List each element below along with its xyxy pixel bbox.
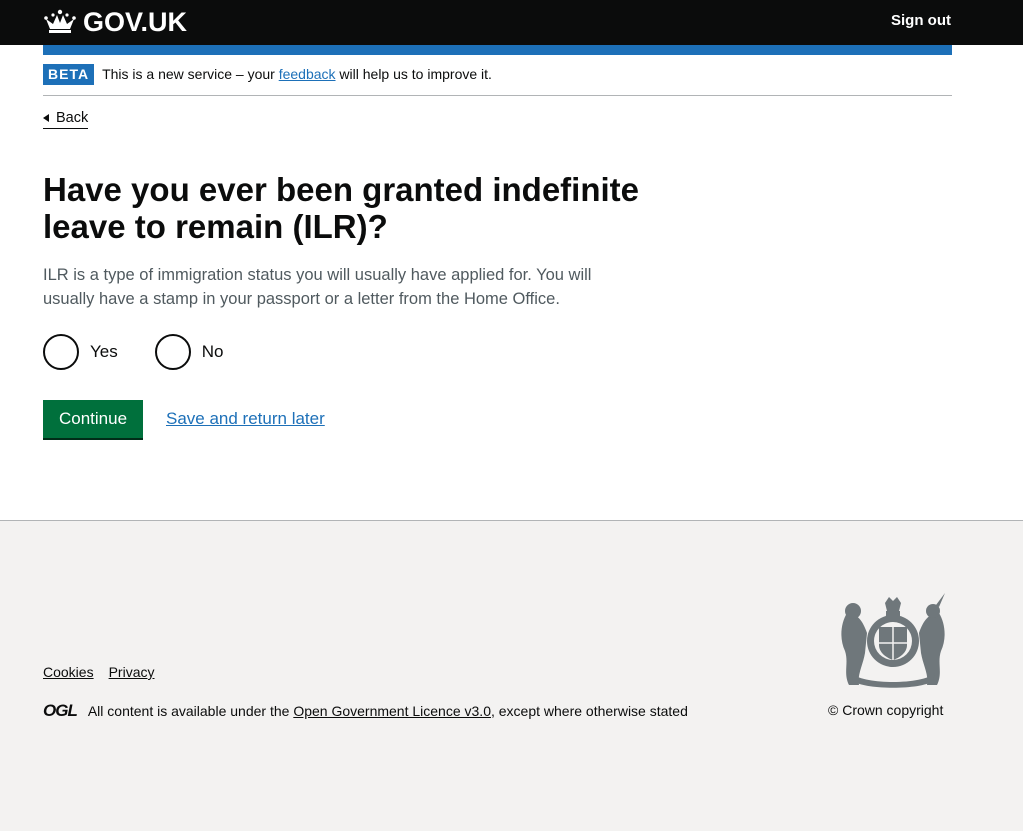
- radio-group: Yes No: [43, 334, 260, 370]
- footer-link-cookies[interactable]: Cookies: [43, 663, 94, 681]
- radio-yes[interactable]: Yes: [43, 334, 118, 370]
- royal-coat-of-arms-icon: [841, 593, 945, 688]
- footer-links: Cookies Privacy: [43, 663, 170, 681]
- radio-no[interactable]: No: [154, 334, 224, 370]
- sign-out-link[interactable]: Sign out: [891, 12, 951, 30]
- feedback-link[interactable]: feedback: [279, 66, 336, 82]
- save-and-return-later-link[interactable]: Save and return later: [166, 408, 325, 430]
- question-hint: ILR is a type of immigration status you …: [43, 266, 592, 308]
- back-link[interactable]: Back: [43, 109, 89, 129]
- header-blue-bar: [43, 45, 952, 55]
- radio-yes-label[interactable]: Yes: [90, 342, 118, 362]
- site-footer: Cookies Privacy OGL All content is avail…: [0, 520, 1023, 831]
- licence-link[interactable]: Open Government Licence v3.0: [293, 703, 491, 719]
- logo-text: GOV.UK: [83, 7, 188, 37]
- licence-text-after: , except where otherwise stated: [490, 703, 688, 719]
- continue-button[interactable]: Continue: [43, 400, 143, 438]
- radio-yes-circle[interactable]: [43, 334, 79, 370]
- crown-copyright-link[interactable]: © Crown copyright: [828, 701, 943, 719]
- phase-banner: BETA This is a new service – your feedba…: [43, 64, 952, 96]
- licence-text: All content is available under the Open …: [88, 702, 688, 720]
- back-link-label: Back: [56, 110, 89, 126]
- footer-link-privacy[interactable]: Privacy: [109, 663, 155, 681]
- licence-row: OGL All content is available under the O…: [43, 701, 688, 721]
- back-arrow-icon: [43, 114, 49, 122]
- beta-tag: BETA: [43, 64, 95, 85]
- site-header: GOV.UK Sign out: [0, 0, 1023, 45]
- radio-no-circle[interactable]: [154, 334, 191, 370]
- ogl-logo-icon: OGL: [43, 701, 78, 720]
- phase-banner-text: This is a new service – your feedback wi…: [102, 64, 492, 85]
- radio-no-label[interactable]: No: [202, 342, 224, 362]
- phase-text-after: will help us to improve it.: [335, 66, 492, 82]
- crown-icon: [44, 9, 76, 33]
- phase-text-before: This is a new service – your: [102, 66, 279, 82]
- licence-text-before: All content is available under the: [87, 703, 294, 719]
- govuk-home-link[interactable]: GOV.UK: [43, 7, 187, 37]
- page-heading: Have you ever been granted indefinite le…: [43, 171, 639, 245]
